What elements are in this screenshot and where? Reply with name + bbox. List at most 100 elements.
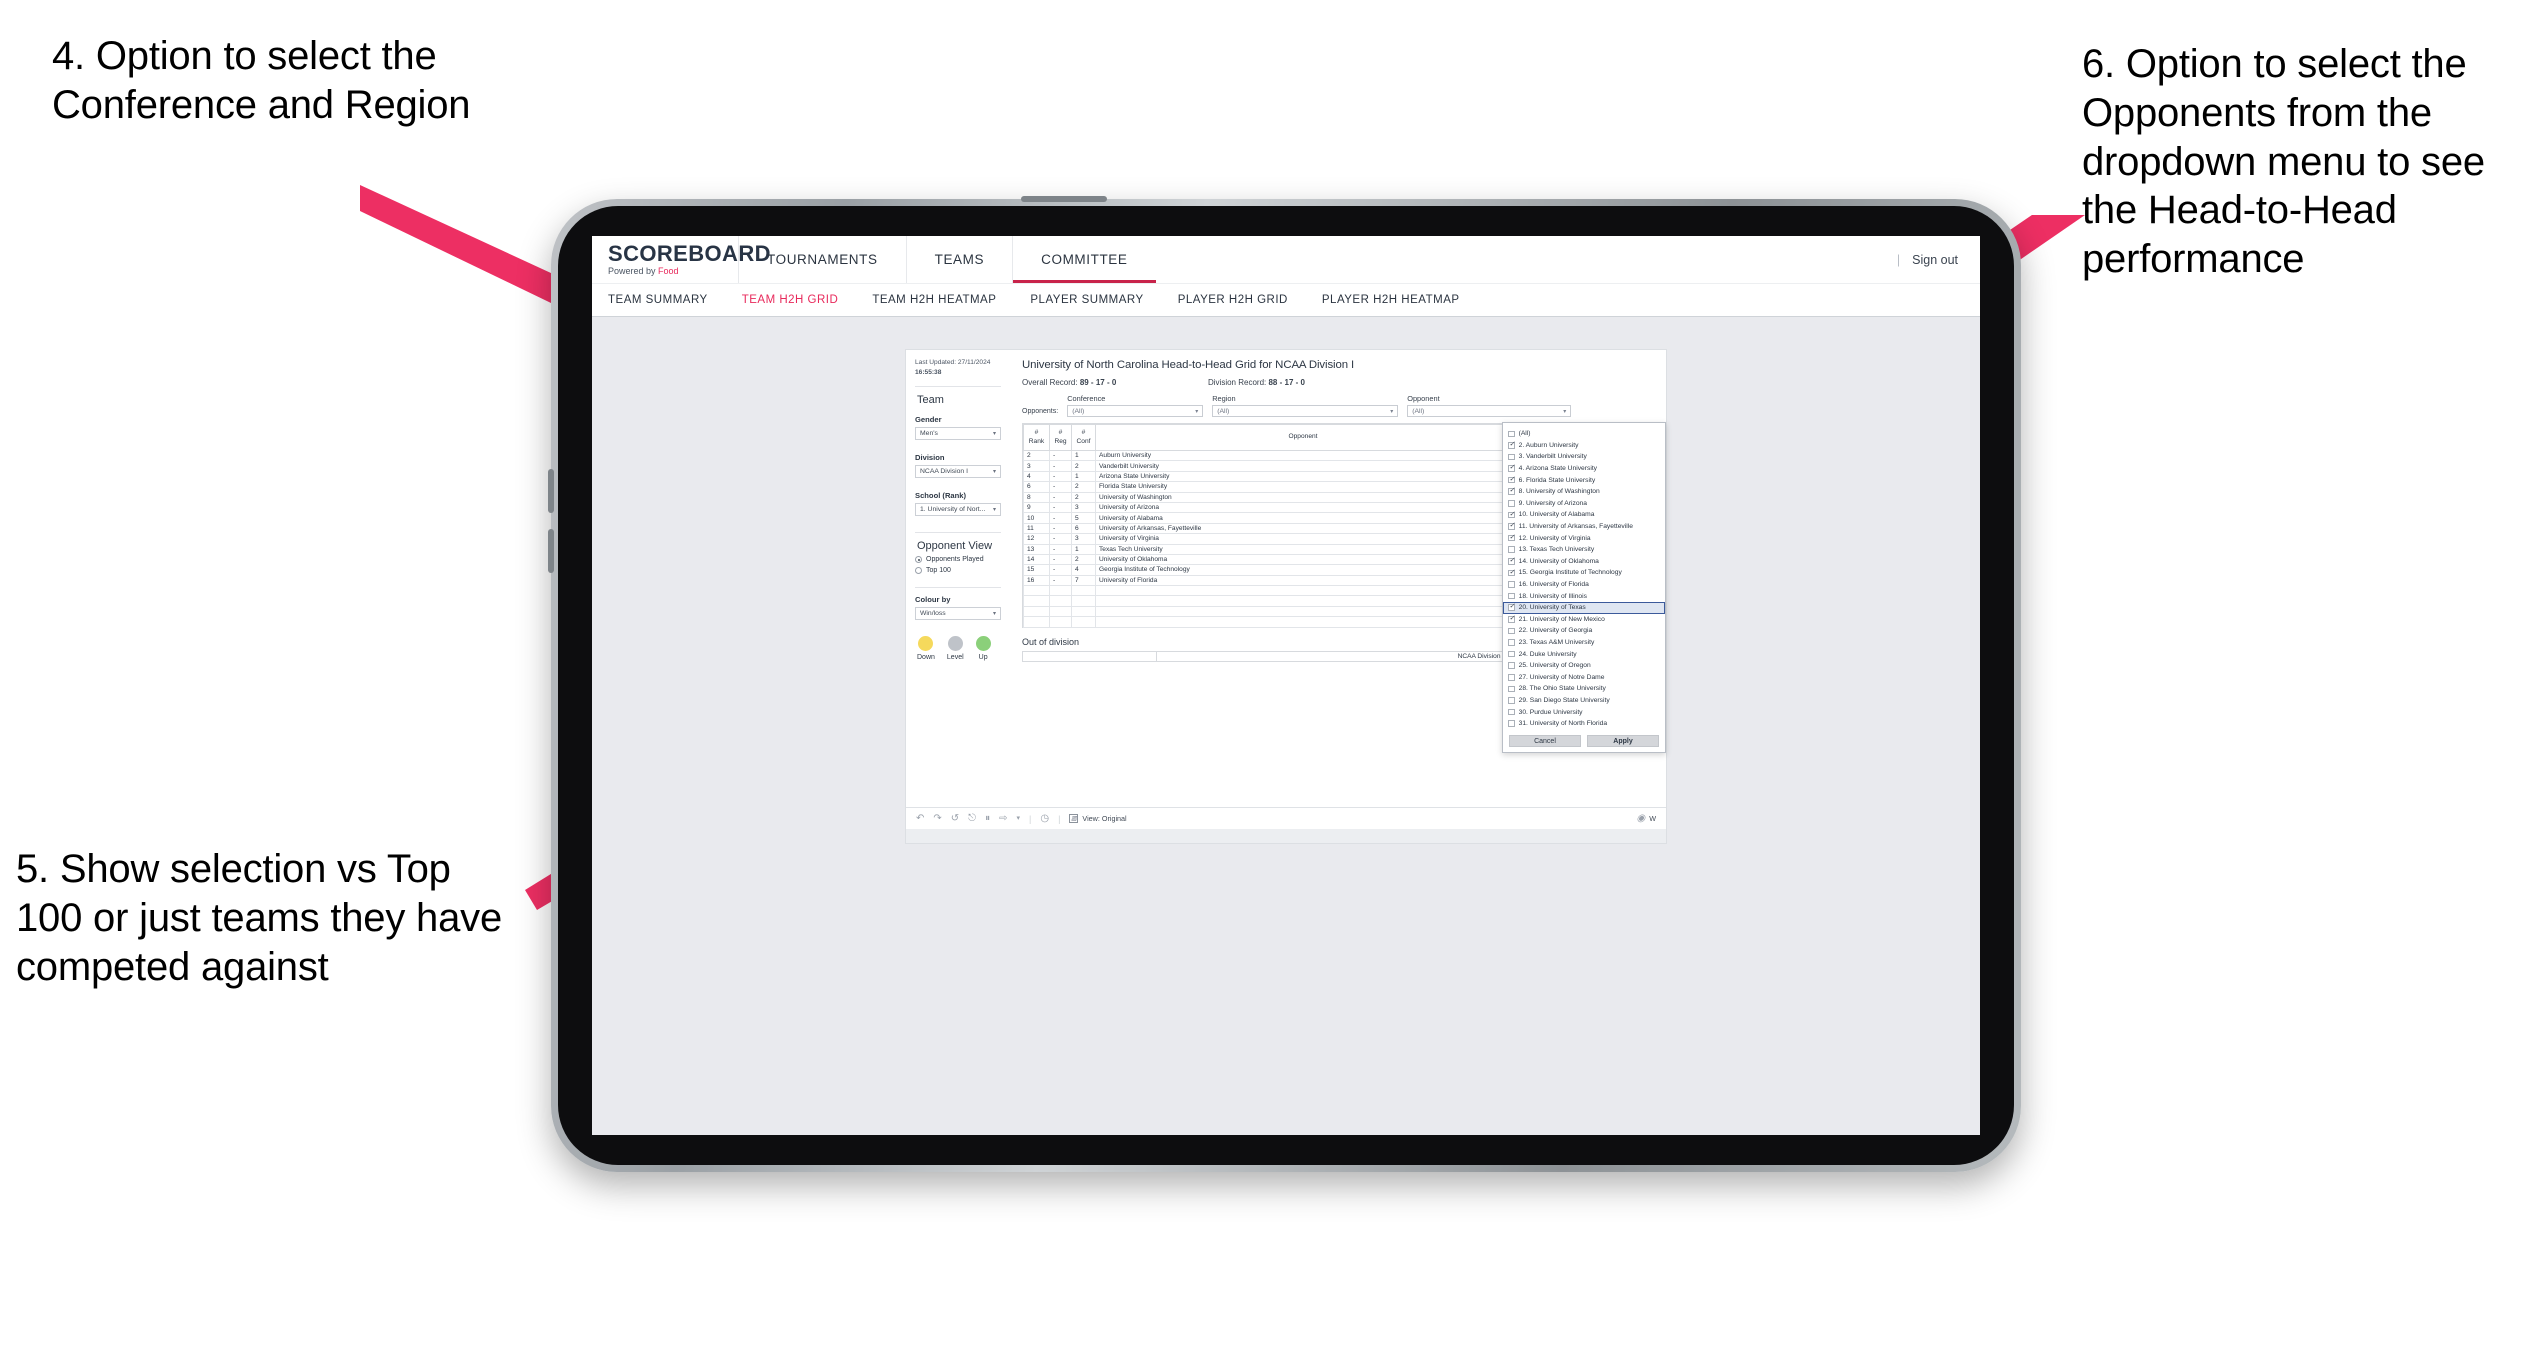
checkbox-checked-icon[interactable] — [1508, 464, 1515, 472]
checkbox-unchecked-icon[interactable] — [1508, 685, 1515, 693]
gender-select[interactable]: Men's ▾ — [915, 427, 1001, 441]
empty-cell — [1095, 616, 1511, 628]
colour-by-select[interactable]: Win/loss ▾ — [915, 607, 1001, 621]
subnav-team-h2h-grid[interactable]: TEAM H2H GRID — [742, 294, 839, 306]
opponent-dropdown-item[interactable]: 14. University of Oklahoma — [1503, 556, 1665, 568]
checkbox-unchecked-icon[interactable] — [1508, 673, 1515, 681]
col-opponent[interactable]: Opponent — [1095, 424, 1511, 451]
opponent-dropdown-item[interactable]: 10. University of Alabama — [1503, 509, 1665, 521]
revert-icon[interactable]: ↺ — [951, 813, 959, 824]
checkbox-checked-icon[interactable] — [1508, 522, 1515, 530]
opponent-dropdown-item[interactable]: 28. The Ohio State University — [1503, 683, 1665, 695]
checkbox-unchecked-icon[interactable] — [1508, 430, 1515, 438]
checkbox-unchecked-icon[interactable] — [1508, 581, 1515, 588]
opponent-dropdown-item[interactable]: (All) — [1503, 428, 1665, 440]
opponent-dropdown-item-label: 23. Texas A&M University — [1518, 638, 1595, 646]
checkbox-checked-icon[interactable] — [1508, 557, 1515, 565]
pause-auto-update-icon[interactable]: ⏸ — [985, 813, 990, 824]
checkbox-unchecked-icon[interactable] — [1508, 627, 1515, 635]
checkbox-checked-icon[interactable] — [1508, 511, 1515, 519]
subnav-player-h2h-heatmap[interactable]: PLAYER H2H HEATMAP — [1322, 294, 1460, 306]
checkbox-unchecked-icon[interactable] — [1508, 453, 1515, 461]
opponent-dropdown-item[interactable]: 3. Vanderbilt University — [1503, 451, 1665, 463]
col-conf[interactable]: # Conf — [1071, 424, 1096, 451]
opponent-dropdown-item-label: 2. Auburn University — [1518, 441, 1579, 449]
checkbox-checked-icon[interactable] — [1508, 534, 1515, 542]
opponent-dropdown-item[interactable]: 6. Florida State University — [1503, 474, 1665, 486]
brand-logo[interactable]: SCOREBOARD Powered by Food — [592, 236, 771, 283]
col-rank[interactable]: # Rank — [1023, 424, 1050, 451]
opponent-dropdown-item[interactable]: 20. University of Texas — [1503, 601, 1665, 614]
viz-footer — [906, 829, 1666, 843]
apply-button[interactable]: Apply — [1587, 735, 1659, 748]
alerts-icon[interactable]: ◷ — [1040, 813, 1049, 824]
subnav-player-summary[interactable]: PLAYER SUMMARY — [1030, 294, 1143, 306]
checkbox-unchecked-icon[interactable] — [1508, 720, 1515, 727]
region-select[interactable]: (All) ▾ — [1212, 405, 1399, 417]
opponent-dropdown-item[interactable]: 11. University of Arkansas, Fayetteville — [1503, 521, 1665, 533]
checkbox-unchecked-icon[interactable] — [1508, 592, 1515, 600]
opponent-dropdown-item[interactable]: 24. Duke University — [1503, 648, 1665, 660]
subnav-player-h2h-grid[interactable]: PLAYER H2H GRID — [1178, 294, 1288, 306]
checkbox-unchecked-icon[interactable] — [1508, 546, 1515, 554]
checkbox-checked-icon[interactable] — [1508, 441, 1515, 449]
opponent-dropdown-item[interactable]: 23. Texas A&M University — [1503, 637, 1665, 649]
opponent-dropdown-item[interactable]: 22. University of Georgia — [1503, 625, 1665, 637]
nav-teams[interactable]: TEAMS — [905, 236, 1013, 283]
cell-rank: 13 — [1023, 543, 1050, 555]
opponent-dropdown-item-label: 3. Vanderbilt University — [1518, 453, 1587, 461]
nav-committee[interactable]: COMMITTEE — [1012, 236, 1156, 283]
checkbox-checked-icon[interactable] — [1508, 603, 1515, 611]
redo-icon[interactable]: ↷ — [933, 813, 941, 824]
checkbox-unchecked-icon[interactable] — [1508, 697, 1515, 704]
opponent-dropdown-item[interactable]: 15. Georgia Institute of Technology — [1503, 567, 1665, 579]
empty-cell — [1023, 595, 1050, 607]
opponent-dropdown-item[interactable]: 29. San Diego State University — [1503, 695, 1665, 707]
opponent-dropdown-item[interactable]: 9. University of Arizona — [1503, 498, 1665, 510]
opponent-dropdown-item[interactable]: 4. Arizona State University — [1503, 463, 1665, 475]
checkbox-unchecked-icon[interactable] — [1508, 500, 1515, 507]
refresh-data-icon[interactable]: ⎋ — [968, 813, 976, 824]
checkbox-checked-icon[interactable] — [1508, 476, 1515, 484]
opponent-dropdown-item[interactable]: 2. Auburn University — [1503, 440, 1665, 452]
subnav-team-h2h-heatmap[interactable]: TEAM H2H HEATMAP — [872, 294, 996, 306]
radio-top-100[interactable]: Top 100 — [915, 567, 1001, 575]
division-select[interactable]: NCAA Division I ▾ — [915, 465, 1001, 479]
cell-rank: 11 — [1023, 522, 1050, 535]
opponent-dropdown-item[interactable]: 25. University of Oregon — [1503, 660, 1665, 672]
opponent-dropdown-item-label: 24. Duke University — [1518, 650, 1577, 658]
opponent-dropdown-panel[interactable]: (All) 2. Auburn University 3. Vanderbilt U… — [1502, 422, 1666, 754]
opponent-dropdown-item[interactable]: 31. University of North Florida — [1503, 718, 1665, 730]
watch-area[interactable]: ◉ W — [1636, 813, 1656, 824]
chevron-down-icon[interactable]: ▾ — [1016, 815, 1020, 822]
checkbox-unchecked-icon[interactable] — [1508, 639, 1515, 646]
opponent-dropdown-item[interactable]: 18. University of Illinois — [1503, 590, 1665, 602]
opponent-dropdown-item[interactable]: 27. University of Notre Dame — [1503, 671, 1665, 683]
checkbox-checked-icon[interactable] — [1508, 569, 1515, 577]
opponent-dropdown-item[interactable]: 16. University of Florida — [1503, 579, 1665, 591]
opponent-dropdown-item[interactable]: 30. Purdue University — [1503, 706, 1665, 718]
opponent-dropdown-item[interactable]: 8. University of Washington — [1503, 486, 1665, 498]
checkbox-checked-icon[interactable] — [1508, 615, 1515, 623]
school-select[interactable]: 1. University of Nort... ▾ — [915, 503, 1001, 517]
radio-opponents-played[interactable]: Opponents Played — [915, 556, 1001, 564]
cell-rank: 4 — [1023, 470, 1050, 483]
checkbox-checked-icon[interactable] — [1508, 487, 1515, 496]
conference-select[interactable]: (All) ▾ — [1067, 405, 1204, 417]
opponent-select[interactable]: (All) ▾ — [1407, 405, 1572, 417]
sign-out-link[interactable]: Sign out — [1912, 253, 1958, 267]
view-original-button[interactable]: ▥ View: Original — [1069, 814, 1127, 823]
nav-tournaments[interactable]: TOURNAMENTS — [738, 236, 906, 283]
undo-icon[interactable]: ↶ — [916, 813, 924, 824]
cell-conf: 3 — [1071, 533, 1096, 545]
checkbox-unchecked-icon[interactable] — [1508, 662, 1515, 669]
checkbox-unchecked-icon[interactable] — [1508, 708, 1515, 716]
share-icon[interactable]: ⇨ — [999, 813, 1007, 824]
subnav-team-summary[interactable]: TEAM SUMMARY — [608, 294, 708, 306]
opponent-dropdown-item[interactable]: 21. University of New Mexico — [1503, 614, 1665, 626]
opponent-dropdown-item[interactable]: 12. University of Virginia — [1503, 532, 1665, 544]
checkbox-unchecked-icon[interactable] — [1508, 650, 1515, 658]
col-reg[interactable]: # Reg — [1049, 424, 1072, 451]
cancel-button[interactable]: Cancel — [1509, 735, 1581, 748]
opponent-dropdown-item[interactable]: 13. Texas Tech University — [1503, 544, 1665, 556]
